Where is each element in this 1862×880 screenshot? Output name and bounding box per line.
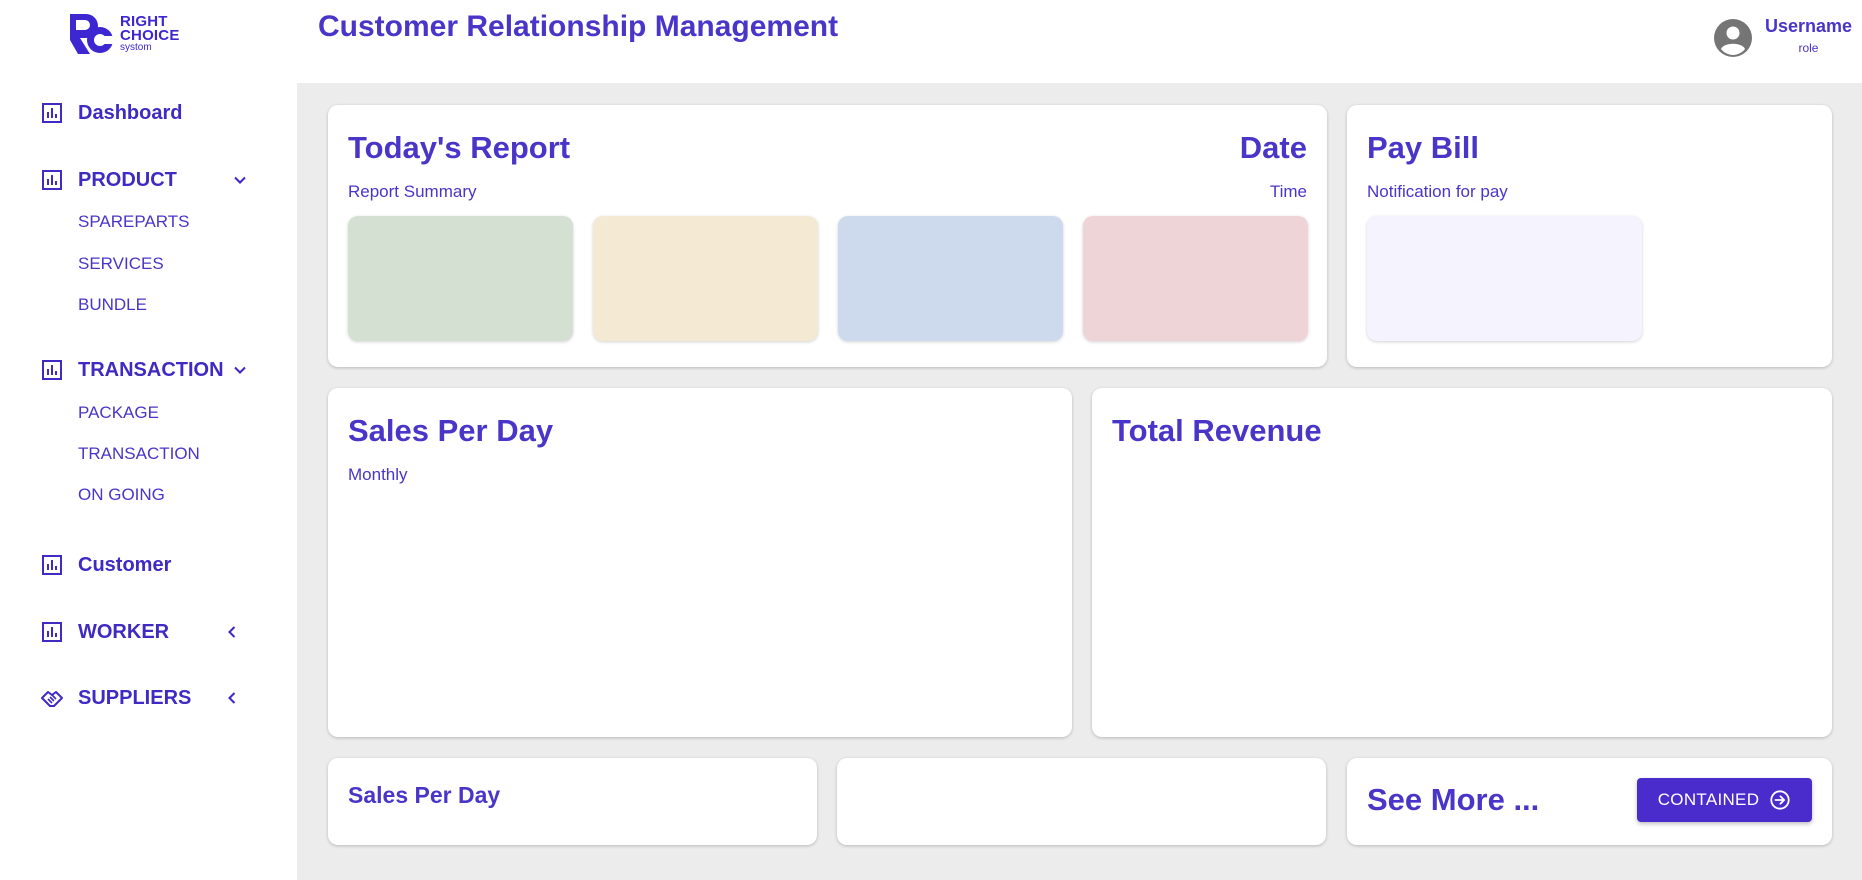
summary-tile[interactable]: [348, 216, 573, 341]
see-more-card: See More ... CONTAINED: [1347, 758, 1832, 845]
chevron-left-icon[interactable]: [222, 688, 242, 708]
bar-chart-icon: [42, 360, 62, 380]
sidebar-item-label: SUPPLIERS: [78, 686, 192, 709]
pay-bill-card: Pay Bill Notification for pay: [1347, 105, 1832, 367]
sidebar-subitem-package[interactable]: PACKAGE: [78, 403, 159, 423]
sidebar-item-suppliers[interactable]: SUPPLIERS: [40, 683, 236, 713]
total-revenue-card: Total Revenue: [1092, 388, 1832, 737]
chevron-down-icon[interactable]: [230, 170, 250, 190]
card-subtitle: Report Summary: [348, 182, 477, 201]
username: Username: [1764, 16, 1852, 36]
brand-line-3: systom: [120, 42, 152, 53]
card-title: Sales Per Day: [348, 782, 501, 808]
contained-button[interactable]: CONTAINED: [1637, 778, 1812, 822]
logo-mark-icon: [70, 14, 114, 54]
card-title: Today's Report: [348, 130, 571, 165]
sidebar-item-transaction[interactable]: TRANSACTION: [40, 355, 246, 385]
card-subtitle: Monthly: [348, 465, 408, 484]
sidebar-subitem-transaction[interactable]: TRANSACTION: [78, 444, 200, 464]
bar-chart-icon: [42, 170, 62, 190]
handshake-icon: [41, 691, 63, 707]
report-date: Date: [1239, 130, 1307, 165]
top-bar: Customer Relationship Management Usernam…: [297, 0, 1862, 83]
sidebar-item-label: PRODUCT: [78, 168, 177, 191]
bar-chart-icon: [42, 622, 62, 642]
bar-chart-icon: [42, 555, 62, 575]
sidebar-item-label: TRANSACTION: [78, 358, 224, 381]
card-title: Total Revenue: [1112, 413, 1322, 448]
chevron-left-icon[interactable]: [222, 622, 242, 642]
card-title: Pay Bill: [1367, 130, 1479, 165]
brand-logo[interactable]: RIGHT CHOICE systom: [66, 10, 180, 58]
card-title: Sales Per Day: [348, 413, 554, 448]
sidebar-subitem-bundle[interactable]: BUNDLE: [78, 295, 147, 315]
sidebar-subitem-services[interactable]: SERVICES: [78, 254, 164, 274]
report-time: Time: [1269, 182, 1307, 201]
sidebar-subitem-spareparts[interactable]: SPAREPARTS: [78, 212, 189, 232]
page-title: Customer Relationship Management: [318, 10, 839, 43]
chevron-down-icon[interactable]: [230, 360, 250, 380]
sidebar-item-product[interactable]: PRODUCT: [40, 165, 246, 195]
user-role: role: [1798, 41, 1819, 55]
summary-tile[interactable]: [1083, 216, 1308, 341]
user-menu[interactable]: Username role: [1713, 16, 1852, 58]
sales-per-day-small-card: Sales Per Day: [328, 758, 817, 845]
sales-per-day-card: Sales Per Day Monthly: [328, 388, 1072, 737]
card-subtitle: Notification for pay: [1367, 182, 1508, 201]
bar-chart-icon: [42, 103, 62, 123]
notification-tile[interactable]: [1367, 216, 1642, 341]
account-circle-icon[interactable]: [1713, 18, 1753, 58]
sidebar-item-worker[interactable]: WORKER: [40, 617, 236, 647]
sidebar: RIGHT CHOICE systom Dashboard PRODUCT SP…: [0, 0, 297, 880]
todays-report-card: Today's Report Date Report Summary Time: [328, 105, 1327, 367]
arrow-circle-right-icon: [1770, 790, 1790, 810]
summary-tile[interactable]: [593, 216, 818, 341]
sidebar-item-customer[interactable]: Customer: [40, 550, 171, 580]
sidebar-subitem-on-going[interactable]: ON GOING: [78, 485, 165, 505]
brand-line-2: CHOICE: [120, 27, 180, 44]
sidebar-item-label: WORKER: [78, 620, 170, 643]
button-label: CONTAINED: [1657, 790, 1760, 809]
see-more-title[interactable]: See More ...: [1367, 782, 1539, 818]
summary-tile[interactable]: [838, 216, 1063, 341]
main-content: Today's Report Date Report Summary Time …: [297, 83, 1862, 880]
sidebar-item-label: Customer: [78, 553, 172, 576]
sidebar-item-label: Dashboard: [78, 101, 183, 124]
empty-card: [837, 758, 1326, 845]
sidebar-item-dashboard[interactable]: Dashboard: [40, 98, 182, 128]
